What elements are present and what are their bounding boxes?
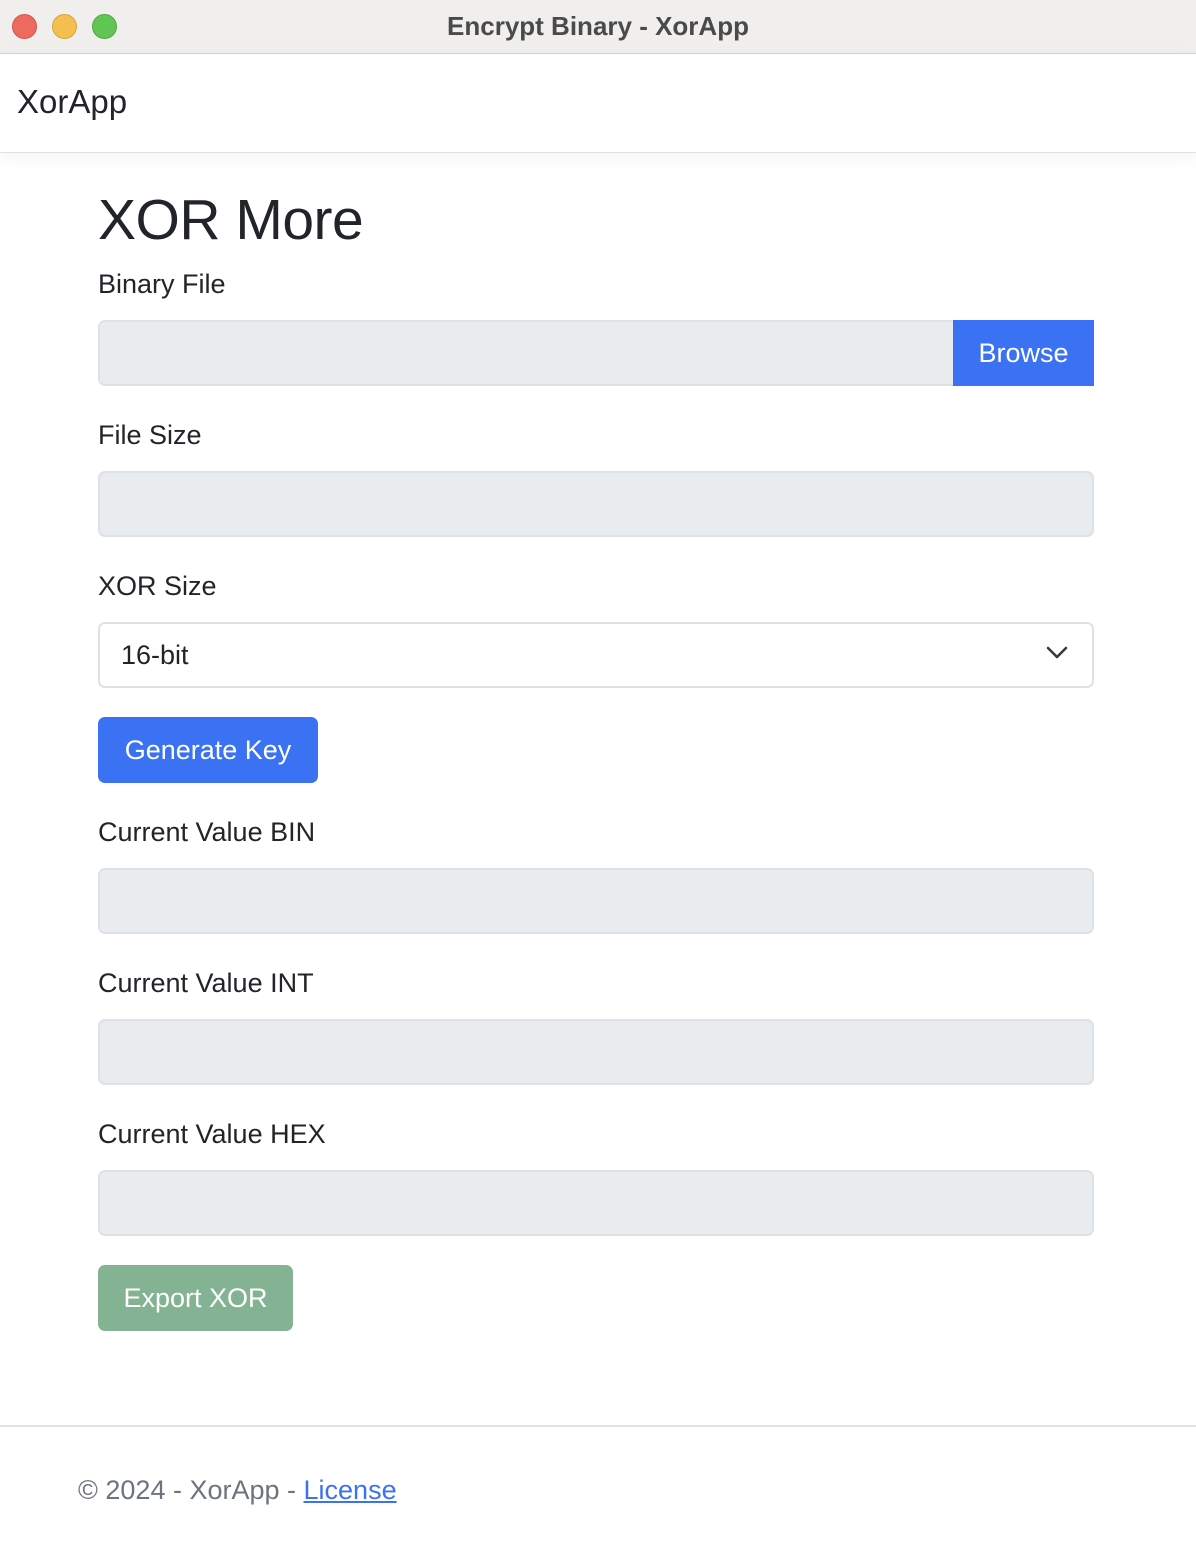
- current-value-int-label: Current Value INT: [98, 968, 314, 998]
- xor-size-label: XOR Size: [98, 571, 217, 601]
- navbar-brand[interactable]: XorApp: [17, 83, 127, 121]
- current-value-int-field: [98, 1019, 1094, 1085]
- license-link[interactable]: License: [304, 1475, 397, 1505]
- current-value-hex-field: [98, 1170, 1094, 1236]
- xor-size-selected-value: 16-bit: [121, 640, 189, 670]
- navbar: XorApp: [0, 55, 1196, 153]
- page-title: XOR More: [98, 188, 364, 252]
- generate-key-button[interactable]: Generate Key: [98, 717, 318, 783]
- footer: © 2024 - XorApp - License: [0, 1425, 1196, 1548]
- export-xor-button[interactable]: Export XOR: [98, 1265, 293, 1331]
- xor-size-select[interactable]: 16-bit: [98, 622, 1094, 688]
- current-value-hex-label: Current Value HEX: [98, 1119, 326, 1149]
- footer-text: © 2024 - XorApp - License: [78, 1475, 397, 1506]
- title-bar: Encrypt Binary - XorApp: [0, 0, 1196, 54]
- binary-file-input[interactable]: [98, 320, 954, 386]
- binary-file-input-group: Browse: [98, 320, 1094, 386]
- binary-file-label: Binary File: [98, 269, 226, 299]
- current-value-bin-label: Current Value BIN: [98, 817, 316, 847]
- app-window: Encrypt Binary - XorApp XorApp XOR More …: [0, 0, 1196, 1548]
- current-value-bin-field: [98, 868, 1094, 934]
- browse-button[interactable]: Browse: [953, 320, 1094, 386]
- file-size-field: [98, 471, 1094, 537]
- chevron-down-icon: [1046, 646, 1068, 659]
- file-size-label: File Size: [98, 420, 202, 450]
- window-title: Encrypt Binary - XorApp: [447, 11, 749, 41]
- footer-copyright: © 2024 - XorApp -: [78, 1475, 304, 1505]
